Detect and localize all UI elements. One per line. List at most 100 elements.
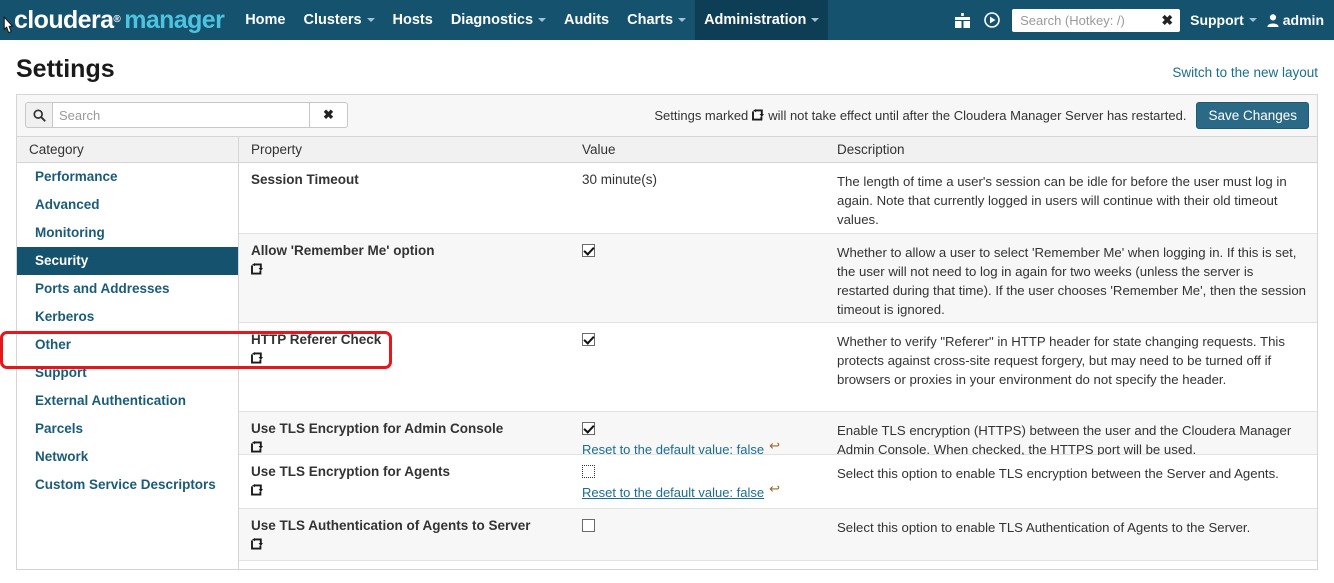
gift-icon[interactable] xyxy=(952,10,972,30)
nav-item-audits-label: Audits xyxy=(564,12,610,28)
page-header: Settings Switch to the new layout xyxy=(16,40,1318,94)
toolbar-right-group: Settings marked will not take effect unt… xyxy=(654,101,1309,129)
brand-manager-text: manager xyxy=(124,5,225,34)
sidebar-item-label: Parcels xyxy=(35,421,84,436)
row-description-cell: The length of time a user's session can … xyxy=(837,173,1287,227)
sidebar-item-label: Ports and Addresses xyxy=(35,281,170,296)
navbar-right-group: ✖ Support admin xyxy=(952,0,1334,40)
settings-table: Property Value Description Session Timeo… xyxy=(239,136,1317,569)
settings-search-input[interactable] xyxy=(52,102,310,128)
category-sidebar: Category Performance Advanced Monitoring… xyxy=(17,136,239,569)
row-value-cell: Reset to the default value: false ↩ xyxy=(582,412,832,457)
nav-item-audits[interactable]: Audits xyxy=(555,0,618,40)
row-property-label: HTTP Referer Check xyxy=(251,331,382,347)
table-header-row: Property Value Description xyxy=(239,136,1317,163)
support-menu[interactable]: Support xyxy=(1190,12,1257,28)
chevron-down-icon xyxy=(366,18,375,22)
sidebar-item-performance[interactable]: Performance xyxy=(17,163,238,191)
sidebar-item-kerberos[interactable]: Kerberos xyxy=(17,303,238,331)
sidebar-item-advanced[interactable]: Advanced xyxy=(17,191,238,219)
row-description-cell xyxy=(832,561,1317,569)
sidebar-item-label: Security xyxy=(35,253,89,268)
use-tls-agents-checkbox[interactable] xyxy=(581,464,596,480)
sidebar-item-network[interactable]: Network xyxy=(17,443,238,471)
row-value-cell xyxy=(582,561,832,569)
sidebar-item-support[interactable]: Support xyxy=(17,359,238,387)
undo-arrow-icon[interactable]: ↩ xyxy=(769,481,780,497)
save-changes-button[interactable]: Save Changes xyxy=(1196,101,1309,129)
row-value-text: 30 minute(s) xyxy=(582,171,658,187)
row-property-cell: Use TLS Authentication of Agents to Serv… xyxy=(239,509,582,560)
brand-registered-mark: ® xyxy=(113,14,121,25)
clear-search-icon[interactable]: ✖ xyxy=(1161,13,1173,27)
cloudera-manager-logo[interactable]: cloudera ® manager xyxy=(0,0,236,40)
restart-note-suffix: will not take effect until after the Clo… xyxy=(768,107,1187,123)
sidebar-item-monitoring[interactable]: Monitoring xyxy=(17,219,238,247)
sidebar-item-external-authentication[interactable]: External Authentication xyxy=(17,387,238,415)
nav-item-home[interactable]: Home xyxy=(236,0,294,40)
allow-remember-me-checkbox[interactable] xyxy=(582,244,595,258)
sidebar-item-security[interactable]: Security xyxy=(17,246,238,275)
table-row xyxy=(239,560,1317,569)
sidebar-item-label: Custom Service Descriptors xyxy=(35,477,216,492)
row-description-cell: Whether to allow a user to select 'Remem… xyxy=(837,244,1307,317)
row-property-cell: Use TLS Encryption for Admin Console xyxy=(239,412,582,454)
undo-arrow-icon[interactable]: ↩ xyxy=(769,438,780,454)
settings-toolbar: ✖ Settings marked will not take effect u… xyxy=(16,93,1318,136)
sidebar-item-label: Advanced xyxy=(35,197,100,212)
sidebar-item-ports-and-addresses[interactable]: Ports and Addresses xyxy=(17,275,238,303)
user-menu-label: admin xyxy=(1282,12,1324,28)
table-row: Use TLS Authentication of Agents to Serv… xyxy=(239,508,1317,561)
page-title: Settings xyxy=(16,55,115,83)
sidebar-item-custom-service-descriptors[interactable]: Custom Service Descriptors xyxy=(17,471,238,499)
nav-item-administration-label: Administration xyxy=(704,12,807,28)
restart-required-icon xyxy=(251,351,574,364)
row-property-label: Allow 'Remember Me' option xyxy=(251,242,435,258)
top-navbar: cloudera ® manager Home Clusters Hosts Dia… xyxy=(0,0,1334,40)
http-referer-check-checkbox[interactable] xyxy=(582,333,595,347)
nav-item-hosts-label: Hosts xyxy=(392,12,433,28)
row-value-cell: 30 minute(s) xyxy=(582,163,832,233)
row-value-cell xyxy=(582,323,832,411)
settings-content: Category Performance Advanced Monitoring… xyxy=(0,135,1318,570)
sidebar-item-parcels[interactable]: Parcels xyxy=(17,415,238,443)
restart-required-note: Settings marked will not take effect unt… xyxy=(654,108,1186,123)
settings-page: Settings Switch to the new layout ✖ Sett… xyxy=(0,40,1334,570)
reset-to-default-link[interactable]: Reset to the default value: false xyxy=(582,485,764,500)
settings-search-clear-button[interactable]: ✖ xyxy=(310,102,348,128)
row-property-cell: Use TLS Encryption for Agents xyxy=(239,455,582,508)
use-tls-authentication-agents-checkbox[interactable] xyxy=(582,519,595,533)
nav-item-diagnostics[interactable]: Diagnostics xyxy=(442,0,555,40)
row-value-cell: Reset to the default value: false ↩ xyxy=(581,455,832,508)
nav-item-hosts[interactable]: Hosts xyxy=(384,0,442,40)
table-row: Use TLS Encryption for Agents Reset to t… xyxy=(239,454,1317,509)
user-menu[interactable]: admin xyxy=(1267,12,1324,28)
row-value-cell xyxy=(582,509,832,560)
chevron-down-icon xyxy=(538,18,547,22)
nav-item-clusters[interactable]: Clusters xyxy=(295,0,384,40)
row-value-cell xyxy=(582,234,832,322)
table-row: Use TLS Encryption for Admin Console Res… xyxy=(239,411,1317,457)
chevron-down-icon xyxy=(1248,18,1257,22)
global-search-box[interactable]: ✖ xyxy=(1012,8,1181,32)
sidebar-item-other[interactable]: Other xyxy=(17,331,238,359)
use-tls-admin-console-checkbox[interactable] xyxy=(582,422,595,436)
restart-required-icon xyxy=(251,262,574,275)
main-nav-items: Home Clusters Hosts Diagnostics Audits C… xyxy=(236,0,829,40)
column-header-property: Property xyxy=(251,141,303,157)
clock-play-icon[interactable] xyxy=(982,10,1002,30)
settings-search-group: ✖ xyxy=(25,102,348,128)
sidebar-item-label: Performance xyxy=(35,169,118,184)
support-menu-label: Support xyxy=(1190,12,1244,28)
row-property-cell: Allow 'Remember Me' option xyxy=(239,234,582,322)
nav-item-charts[interactable]: Charts xyxy=(618,0,695,40)
global-search-input[interactable] xyxy=(1012,8,1153,32)
nav-item-charts-label: Charts xyxy=(627,12,674,28)
nav-item-administration[interactable]: Administration xyxy=(695,0,829,40)
category-column-header: Category xyxy=(17,136,238,163)
restart-required-icon xyxy=(251,483,574,496)
nav-item-clusters-label: Clusters xyxy=(303,12,362,28)
switch-to-new-layout-link[interactable]: Switch to the new layout xyxy=(1172,65,1318,84)
sidebar-item-label: Network xyxy=(35,449,89,464)
nav-item-diagnostics-label: Diagnostics xyxy=(450,12,534,28)
